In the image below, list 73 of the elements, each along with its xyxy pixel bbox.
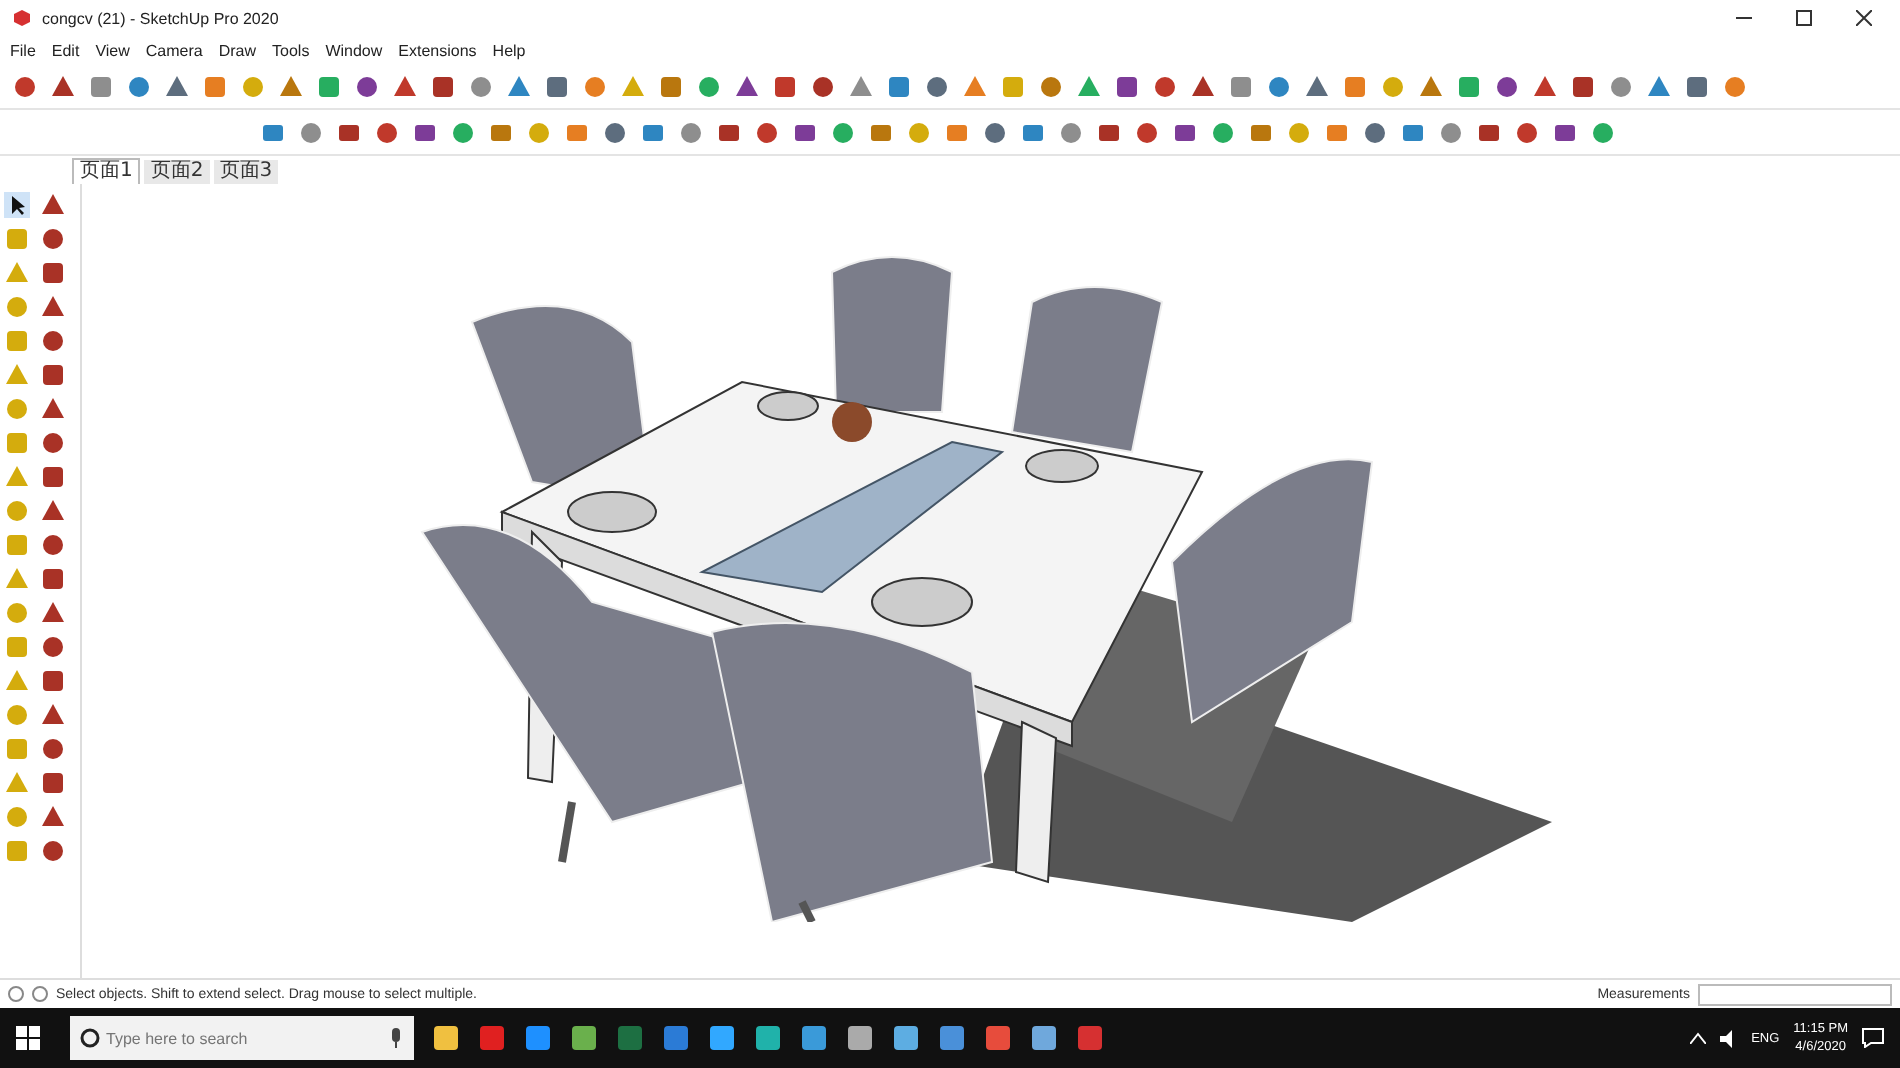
speaker-icon[interactable] — [1719, 1029, 1738, 1047]
tool-icon[interactable] — [40, 294, 66, 320]
tool-icon[interactable] — [716, 119, 742, 145]
tool-icon[interactable] — [40, 702, 66, 728]
tool-icon[interactable] — [40, 668, 66, 694]
tool-icon[interactable] — [1096, 119, 1122, 145]
taskbar-app-icon[interactable] — [984, 1024, 1012, 1052]
microphone-icon[interactable] — [390, 1028, 402, 1048]
close-icon[interactable] — [1856, 10, 1872, 26]
tool-icon[interactable] — [40, 770, 66, 796]
tool-icon[interactable] — [1552, 119, 1578, 145]
taskbar-search-field[interactable]: Type here to search — [70, 1016, 414, 1060]
chevron-up-icon[interactable] — [1689, 1032, 1706, 1044]
tool-icon[interactable] — [40, 328, 66, 354]
tool-icon[interactable] — [40, 600, 66, 626]
tool-icon[interactable] — [40, 226, 66, 252]
tool-icon[interactable] — [1172, 119, 1198, 145]
tool-icon[interactable] — [40, 634, 66, 660]
menu-item[interactable]: Help — [492, 41, 526, 59]
menu-item[interactable]: View — [95, 41, 130, 59]
taskbar-app-icon[interactable] — [432, 1024, 460, 1052]
measurements-field[interactable] — [1698, 983, 1892, 1005]
app-logo-icon — [12, 8, 32, 28]
tool-icon[interactable] — [1190, 73, 1216, 99]
tool-icon[interactable] — [40, 430, 66, 456]
tool-icon[interactable] — [40, 192, 66, 218]
menu-item[interactable]: Extensions — [398, 41, 477, 59]
tool-icon[interactable] — [40, 260, 66, 286]
tool-icon[interactable] — [1114, 73, 1140, 99]
tool-icon[interactable] — [810, 73, 836, 99]
tool-icon[interactable] — [1570, 73, 1596, 99]
tool-icon[interactable] — [430, 73, 456, 99]
tool-icon[interactable] — [40, 532, 66, 558]
menu-item[interactable]: Camera — [145, 41, 203, 59]
tool-icon[interactable] — [40, 498, 66, 524]
menu-item[interactable]: File — [10, 41, 36, 59]
tool-icon[interactable] — [734, 73, 760, 99]
notification-icon[interactable] — [1862, 1028, 1884, 1048]
tool-icon[interactable] — [50, 73, 76, 99]
tool-icon[interactable] — [40, 566, 66, 592]
tool-icon[interactable] — [1476, 119, 1502, 145]
taskbar-app-icon[interactable] — [892, 1024, 920, 1052]
menu-item[interactable]: Window — [325, 41, 383, 59]
taskbar-app-icon[interactable] — [708, 1024, 736, 1052]
scene-tab[interactable]: 页面1 — [72, 158, 141, 184]
search-icon — [80, 1028, 100, 1048]
taskbar-app-icon[interactable] — [570, 1024, 598, 1052]
menu-item[interactable]: Tools — [272, 41, 310, 59]
tool-icon[interactable] — [792, 119, 818, 145]
taskbar-app-icon[interactable] — [1030, 1024, 1058, 1052]
scene-tab[interactable]: 页面3 — [213, 160, 279, 184]
windows-start-icon[interactable] — [16, 1026, 40, 1050]
tool-icon[interactable] — [354, 73, 380, 99]
tool-icon[interactable] — [4, 192, 30, 218]
tool-icon[interactable] — [40, 804, 66, 830]
tool-icon[interactable] — [40, 362, 66, 388]
menu-item[interactable]: Draw — [218, 41, 257, 59]
taskbar-app-icon[interactable] — [938, 1024, 966, 1052]
tool-icon[interactable] — [40, 736, 66, 762]
taskbar-app-icon[interactable] — [754, 1024, 782, 1052]
tool-icon[interactable] — [40, 464, 66, 490]
tool-icon[interactable] — [40, 396, 66, 422]
window-title: congcv (21) - SketchUp Pro 2020 — [42, 9, 279, 27]
menu-item[interactable]: Edit — [51, 41, 80, 59]
maximize-icon[interactable] — [1796, 10, 1812, 26]
tool-icon[interactable] — [336, 119, 362, 145]
scene-tab[interactable]: 页面2 — [144, 160, 210, 184]
tool-icon[interactable] — [40, 838, 66, 864]
tool-icon[interactable] — [412, 119, 438, 145]
tool-icon[interactable] — [1494, 73, 1520, 99]
taskbar-app-icon[interactable] — [800, 1024, 828, 1052]
taskbar-app-icon[interactable] — [524, 1024, 552, 1052]
taskbar-app-icon[interactable] — [846, 1024, 874, 1052]
